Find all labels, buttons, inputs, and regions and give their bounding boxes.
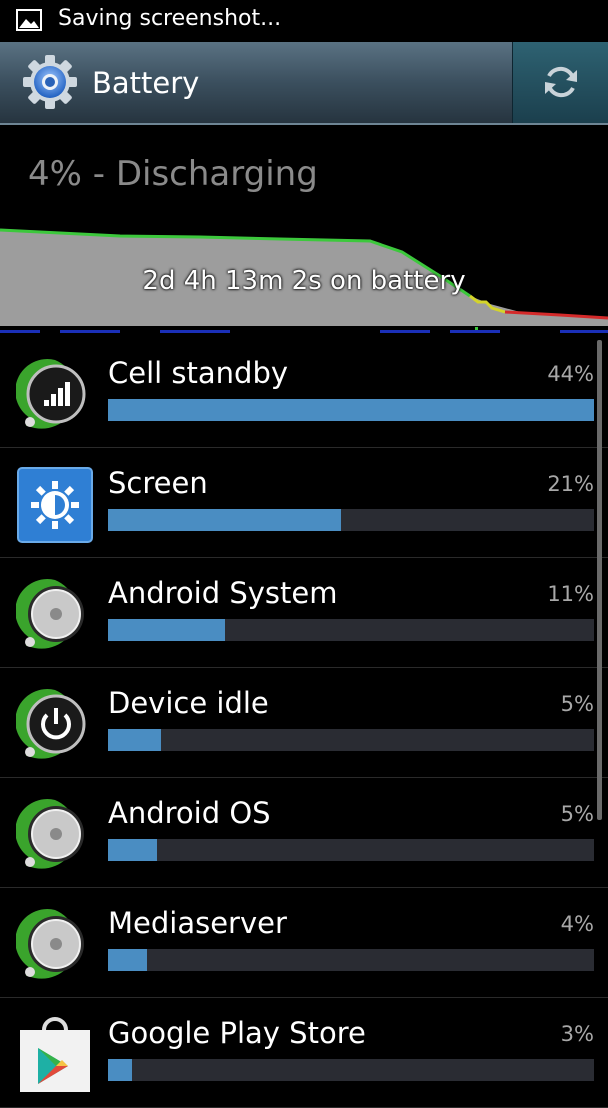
usage-bar-fill (108, 1059, 133, 1081)
power-icon (16, 689, 86, 759)
list-item-device-idle[interactable]: Device idle 5% (0, 668, 608, 778)
usage-percent: 4% (560, 912, 594, 936)
android-os-icon (16, 799, 84, 869)
usage-percent: 3% (560, 1022, 594, 1046)
usage-bar (108, 1059, 594, 1081)
image-icon (16, 9, 42, 31)
usage-bar (108, 399, 594, 421)
list-item-screen[interactable]: Screen 21% (0, 448, 608, 558)
list-item-android-os[interactable]: Android OS 5% (0, 778, 608, 888)
usage-bar-fill (108, 619, 225, 641)
usage-bar (108, 619, 594, 641)
battery-summary: 4% - Discharging (28, 154, 318, 194)
app-name: Mediaserver (108, 906, 287, 940)
usage-bar-fill (108, 949, 147, 971)
scrollbar[interactable] (597, 340, 602, 820)
usage-bar-fill (108, 729, 162, 751)
settings-gear-icon[interactable] (22, 54, 78, 110)
cell-signal-icon (16, 359, 86, 429)
refresh-icon (545, 66, 577, 98)
page-title: Battery (92, 66, 200, 100)
battery-time-label: 2d 4h 13m 2s on battery (142, 266, 466, 296)
battery-usage-list: Cell standby 44% Screen 21% Android Syst… (0, 338, 608, 1108)
list-item-google-play-store[interactable]: Google Play Store 3% (0, 998, 608, 1108)
play-store-icon (20, 1017, 90, 1092)
usage-bar (108, 949, 594, 971)
usage-percent: 44% (547, 362, 594, 386)
status-bar: Saving screenshot... (0, 0, 608, 42)
usage-bar-fill (108, 509, 342, 531)
usage-bar (108, 839, 594, 861)
mediaserver-icon (16, 909, 84, 979)
usage-bar-fill (108, 839, 157, 861)
app-name: Device idle (108, 686, 269, 720)
app-name: Android System (108, 576, 338, 610)
usage-percent: 21% (547, 472, 594, 496)
app-name: Android OS (108, 796, 271, 830)
android-system-icon (16, 579, 84, 649)
app-name: Cell standby (108, 356, 289, 390)
refresh-button[interactable] (512, 42, 608, 123)
usage-bar (108, 509, 594, 531)
usage-percent: 11% (547, 582, 594, 606)
action-bar: Battery (0, 42, 608, 125)
brightness-icon (17, 467, 93, 543)
app-name: Screen (108, 466, 208, 500)
usage-bar (108, 729, 594, 751)
usage-bar-fill (108, 399, 594, 421)
list-item-android-system[interactable]: Android System 11% (0, 558, 608, 668)
list-item-cell-standby[interactable]: Cell standby 44% (0, 338, 608, 448)
app-name: Google Play Store (108, 1016, 366, 1050)
usage-percent: 5% (560, 802, 594, 826)
usage-percent: 5% (560, 692, 594, 716)
list-item-mediaserver[interactable]: Mediaserver 4% (0, 888, 608, 998)
status-notification-text: Saving screenshot... (58, 6, 282, 31)
